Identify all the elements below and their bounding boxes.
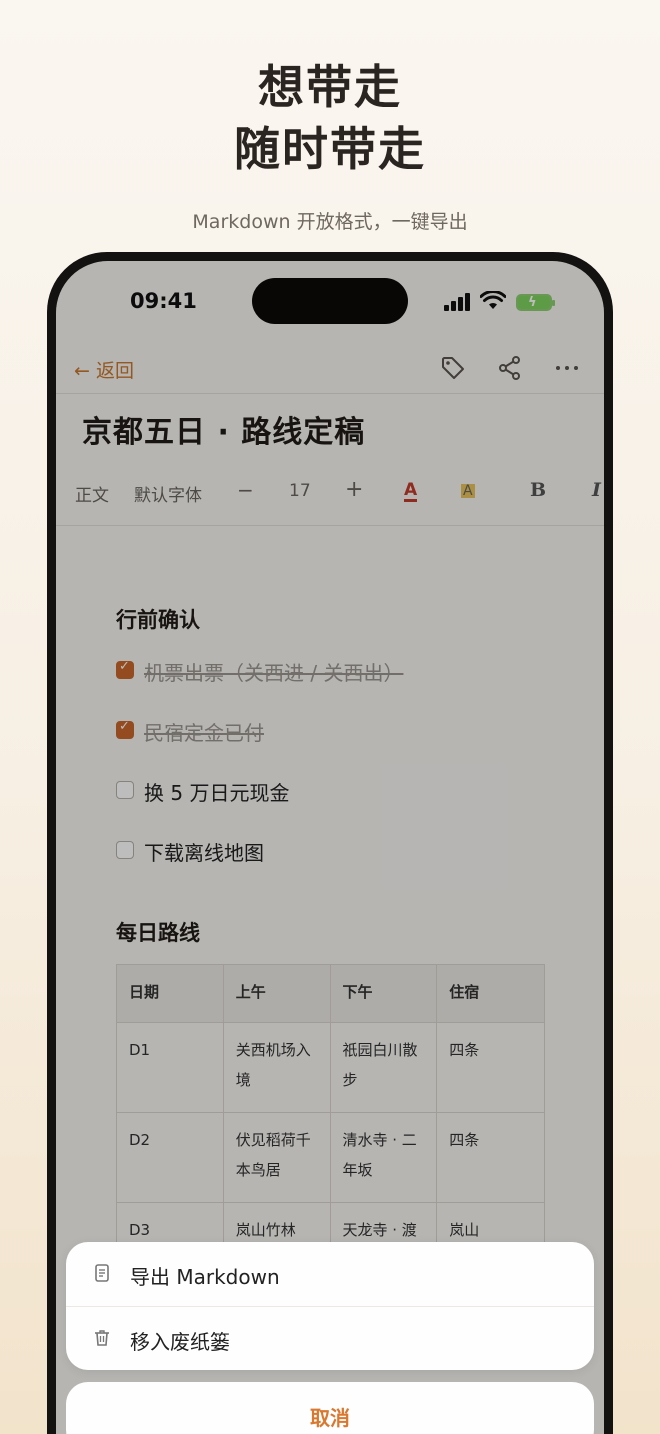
promo-title-line1: 想带走 (258, 60, 402, 114)
move-to-trash-option[interactable]: 移入废纸篓 (66, 1307, 594, 1371)
move-to-trash-label: 移入废纸篓 (130, 1330, 230, 1354)
document-icon (95, 1264, 109, 1282)
export-markdown-label: 导出 Markdown (130, 1265, 280, 1289)
export-markdown-option[interactable]: 导出 Markdown (66, 1242, 594, 1306)
trash-icon (95, 1330, 109, 1346)
action-sheet: 导出 Markdown 移入废纸篓 (66, 1242, 594, 1370)
promo-title-line2: 随时带走 (234, 122, 426, 176)
promo-title: 想带走 随时带走 (0, 56, 660, 180)
cancel-button[interactable]: 取消 (66, 1382, 594, 1434)
promo-subtitle: Markdown 开放格式，一键导出 (192, 211, 468, 233)
